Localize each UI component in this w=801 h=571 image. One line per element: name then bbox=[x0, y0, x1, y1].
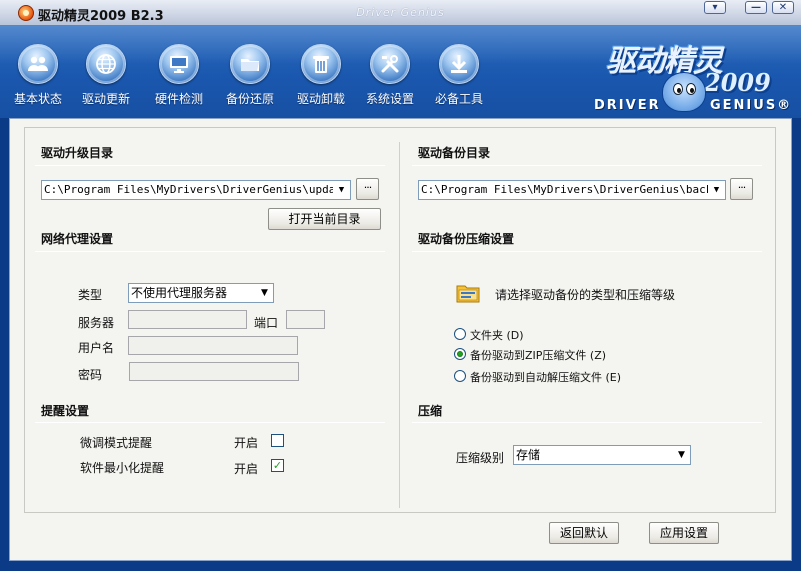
proxy-server-input[interactable] bbox=[128, 310, 247, 329]
backup-dir-combo[interactable]: C:\Program Files\MyDrivers\DriverGenius\… bbox=[418, 180, 726, 200]
archive-folder-icon bbox=[455, 281, 481, 305]
logo-driver-word: DRIVER bbox=[594, 98, 661, 113]
toolbar-basic-status[interactable]: 基本状态 bbox=[3, 40, 73, 116]
compress-level-select[interactable]: 存储 ▼ bbox=[513, 445, 691, 465]
proxy-type-select[interactable]: 不使用代理服务器 ▼ bbox=[128, 283, 274, 303]
reminder-minimize-checkbox[interactable]: ✓ bbox=[271, 459, 284, 472]
toolbar-essential-tools[interactable]: 必备工具 bbox=[424, 40, 494, 116]
open-current-dir-button[interactable]: 打开当前目录 bbox=[268, 208, 381, 230]
chevron-down-icon: ▼ bbox=[708, 181, 725, 199]
reminder-tweak-state: 开启 bbox=[234, 436, 259, 450]
users-icon bbox=[18, 44, 58, 84]
upgrade-dir-browse-button[interactable]: ··· bbox=[356, 178, 379, 200]
proxy-port-input[interactable] bbox=[286, 310, 325, 329]
backup-compress-title: 驱动备份压缩设置 bbox=[418, 232, 515, 246]
main-toolbar: 基本状态 驱动更新 硬件检测 备份还原 驱动卸载 系统设置 必备工具 驱动精灵 … bbox=[0, 26, 801, 118]
option-folder-label[interactable]: 文件夹 (D) bbox=[470, 327, 524, 343]
compress-level-label: 压缩级别 bbox=[456, 451, 505, 465]
option-zip-label[interactable]: 备份驱动到ZIP压缩文件 (Z) bbox=[470, 347, 606, 363]
product-logo: 驱动精灵 2009 DRIVER GENIUS® bbox=[592, 34, 792, 118]
close-button[interactable]: ✕ bbox=[772, 1, 794, 14]
proxy-port-label: 端口 bbox=[254, 316, 279, 330]
monitor-icon bbox=[159, 44, 199, 84]
toolbar-hardware-check[interactable]: 硬件检测 bbox=[144, 40, 214, 116]
panel-divider bbox=[399, 142, 400, 508]
proxy-server-label: 服务器 bbox=[78, 316, 115, 330]
toolbar-label: 系统设置 bbox=[365, 92, 414, 106]
globe-icon bbox=[86, 44, 126, 84]
backup-dir-path: C:\Program Files\MyDrivers\DriverGenius\… bbox=[421, 183, 726, 196]
chevron-down-icon: ▼ bbox=[333, 181, 350, 199]
toolbar-label: 驱动卸载 bbox=[296, 92, 345, 106]
proxy-user-input[interactable] bbox=[128, 336, 298, 355]
settings-panel: 驱动升级目录 C:\Program Files\MyDrivers\Driver… bbox=[24, 127, 776, 513]
toolbar-label: 驱动更新 bbox=[81, 92, 130, 106]
logo-genius-word: GENIUS® bbox=[710, 98, 793, 113]
proxy-password-input[interactable] bbox=[129, 362, 299, 381]
title-bar: 驱动精灵2009 B2.3 Driver Genius ▾ — ✕ bbox=[0, 0, 801, 26]
compress-level-value: 存储 bbox=[516, 448, 541, 462]
upgrade-dir-title: 驱动升级目录 bbox=[41, 146, 114, 160]
tools-icon bbox=[370, 44, 410, 84]
proxy-user-label: 用户名 bbox=[78, 341, 115, 355]
toolbar-label: 硬件检测 bbox=[154, 92, 203, 106]
logo-year: 2009 bbox=[704, 68, 771, 97]
reminder-tweak-label: 微调模式提醒 bbox=[80, 436, 153, 450]
compress-title: 压缩 bbox=[418, 404, 443, 418]
reminder-minimize-state: 开启 bbox=[234, 462, 259, 476]
proxy-title: 网络代理设置 bbox=[41, 232, 114, 246]
reset-default-button[interactable]: 返回默认 bbox=[549, 522, 619, 544]
backup-dir-title: 驱动备份目录 bbox=[418, 146, 491, 160]
trash-icon bbox=[301, 44, 341, 84]
backup-compress-hint: 请选择驱动备份的类型和压缩等级 bbox=[495, 288, 676, 302]
reminder-title: 提醒设置 bbox=[41, 404, 90, 418]
window-brand: Driver Genius bbox=[356, 6, 445, 19]
toolbar-label: 备份还原 bbox=[225, 92, 274, 106]
settings-client-area: 驱动升级目录 C:\Program Files\MyDrivers\Driver… bbox=[9, 118, 792, 561]
folder-icon bbox=[230, 44, 270, 84]
toolbar-backup-restore[interactable]: 备份还原 bbox=[215, 40, 285, 116]
option-sfx-radio[interactable] bbox=[454, 370, 466, 382]
chevron-down-icon: ▼ bbox=[256, 284, 273, 302]
apply-settings-button[interactable]: 应用设置 bbox=[649, 522, 719, 544]
reminder-tweak-checkbox[interactable] bbox=[271, 434, 284, 447]
reminder-minimize-label: 软件最小化提醒 bbox=[80, 461, 165, 475]
toolbar-label: 必备工具 bbox=[434, 92, 483, 106]
toolbar-driver-update[interactable]: 驱动更新 bbox=[71, 40, 141, 116]
toolbar-label: 基本状态 bbox=[13, 92, 62, 106]
mascot-icon bbox=[662, 72, 706, 112]
download-icon bbox=[439, 44, 479, 84]
backup-dir-browse-button[interactable]: ··· bbox=[730, 178, 753, 200]
chevron-down-icon: ▼ bbox=[673, 446, 690, 464]
proxy-password-label: 密码 bbox=[78, 368, 103, 382]
toolbar-driver-uninstall[interactable]: 驱动卸载 bbox=[286, 40, 356, 116]
option-sfx-label[interactable]: 备份驱动到自动解压缩文件 (E) bbox=[470, 369, 621, 385]
upgrade-dir-path: C:\Program Files\MyDrivers\DriverGenius\… bbox=[44, 183, 349, 196]
toolbar-system-settings[interactable]: 系统设置 bbox=[355, 40, 425, 116]
proxy-type-value: 不使用代理服务器 bbox=[131, 286, 228, 300]
option-zip-radio[interactable] bbox=[454, 348, 466, 360]
upgrade-dir-combo[interactable]: C:\Program Files\MyDrivers\DriverGenius\… bbox=[41, 180, 351, 200]
minimize-button[interactable]: ▾ bbox=[704, 1, 726, 14]
restore-button[interactable]: — bbox=[745, 1, 767, 14]
proxy-type-label: 类型 bbox=[78, 288, 103, 302]
option-folder-radio[interactable] bbox=[454, 328, 466, 340]
